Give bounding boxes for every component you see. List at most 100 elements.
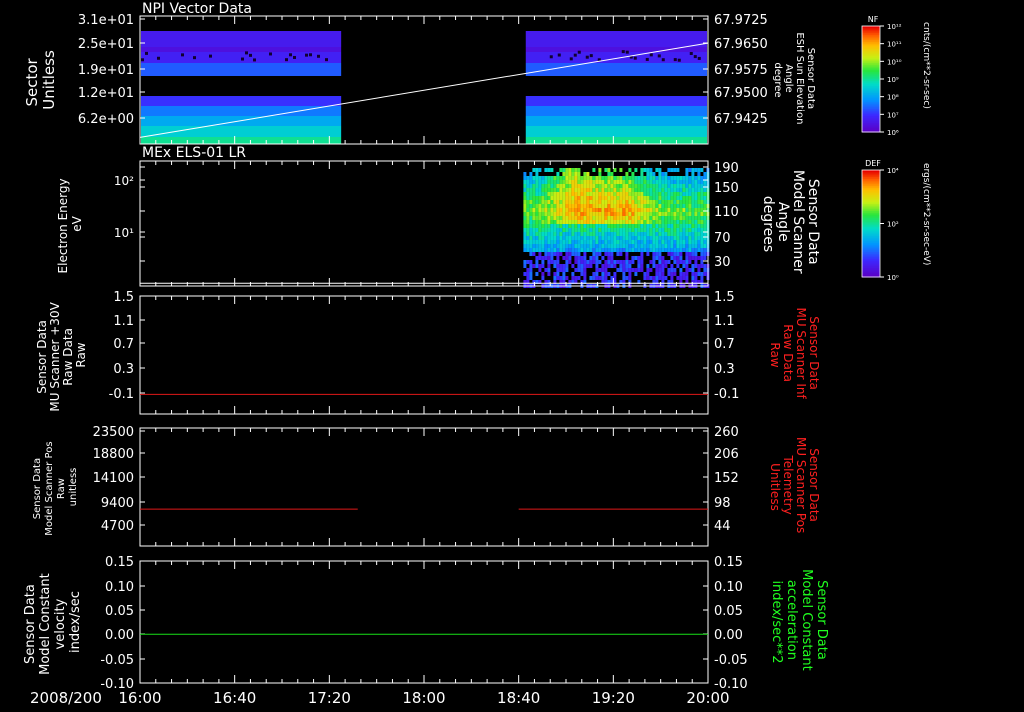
els-cell <box>568 172 572 176</box>
els-cell <box>604 180 608 184</box>
els-cell <box>667 184 671 188</box>
panel-npi-left-label-line1: Sector <box>23 57 41 106</box>
els-cell <box>694 220 698 224</box>
els-cell <box>604 224 608 228</box>
els-cell <box>700 188 704 192</box>
els-cell <box>694 184 698 188</box>
els-cell <box>556 232 560 236</box>
els-cell <box>637 232 641 236</box>
els-cell <box>523 176 527 180</box>
els-cell <box>676 180 680 184</box>
els-cell <box>589 236 593 240</box>
els-cell <box>559 216 563 220</box>
els-cell <box>640 204 644 208</box>
els-cell <box>682 184 686 188</box>
els-cell <box>619 196 623 200</box>
els-cell <box>685 176 689 180</box>
els-cell <box>550 180 554 184</box>
els-cell <box>550 192 554 196</box>
els-cell <box>619 264 623 268</box>
els-cell <box>568 244 572 248</box>
els-cell <box>631 208 635 212</box>
els-cell <box>559 252 563 256</box>
els-cell <box>619 232 623 236</box>
els-cell <box>616 220 620 224</box>
els-cell <box>661 228 665 232</box>
colorbar-tick-label: 10⁷ <box>887 111 899 119</box>
els-cell <box>646 244 650 248</box>
els-cell <box>625 188 629 192</box>
els-cell <box>595 240 599 244</box>
tick-label-right: 1.1 <box>714 314 735 329</box>
els-cell <box>643 188 647 192</box>
els-cell <box>583 192 587 196</box>
els-cell <box>601 192 605 196</box>
els-cell <box>688 200 692 204</box>
els-cell <box>547 228 551 232</box>
els-cell <box>583 260 587 264</box>
els-cell <box>601 212 605 216</box>
els-cell <box>568 260 572 264</box>
els-cell <box>700 272 704 276</box>
els-cell <box>592 216 596 220</box>
els-cell <box>577 172 581 176</box>
els-cell <box>523 192 527 196</box>
els-cell <box>625 256 629 260</box>
els-cell <box>622 184 626 188</box>
els-cell <box>634 176 638 180</box>
els-cell <box>703 252 707 256</box>
els-cell <box>529 220 533 224</box>
els-cell <box>694 264 698 268</box>
els-cell <box>559 208 563 212</box>
els-cell <box>544 208 548 212</box>
els-cell <box>553 244 557 248</box>
els-cell <box>703 172 707 176</box>
els-cell <box>556 172 560 176</box>
els-cell <box>625 252 629 256</box>
els-cell <box>637 228 641 232</box>
els-cell <box>571 232 575 236</box>
els-cell <box>688 208 692 212</box>
els-cell <box>550 260 554 264</box>
els-cell <box>565 204 569 208</box>
els-cell <box>532 228 536 232</box>
els-cell <box>637 224 641 228</box>
els-cell <box>676 244 680 248</box>
els-cell <box>541 220 545 224</box>
els-cell <box>676 236 680 240</box>
els-cell <box>613 200 617 204</box>
els-cell <box>580 200 584 204</box>
els-cell <box>544 204 548 208</box>
els-cell <box>694 248 698 252</box>
els-cell <box>664 192 668 196</box>
els-cell <box>703 200 707 204</box>
els-cell <box>604 196 608 200</box>
els-cell <box>547 176 551 180</box>
els-cell <box>598 196 602 200</box>
els-cell <box>595 232 599 236</box>
els-cell <box>679 200 683 204</box>
els-cell <box>667 208 671 212</box>
els-cell <box>691 216 695 220</box>
els-cell <box>670 220 674 224</box>
els-cell <box>697 208 701 212</box>
els-cell <box>565 192 569 196</box>
els-cell <box>631 180 635 184</box>
colorbar-tick-label: 10⁹ <box>887 76 899 84</box>
els-cell <box>541 240 545 244</box>
els-cell <box>670 196 674 200</box>
els-cell <box>700 236 704 240</box>
els-cell <box>673 236 677 240</box>
els-cell <box>544 220 548 224</box>
npi-speck <box>285 58 288 62</box>
els-cell <box>628 264 632 268</box>
els-cell <box>634 272 638 276</box>
els-cell <box>691 176 695 180</box>
els-cell <box>589 260 593 264</box>
els-cell <box>598 192 602 196</box>
npi-band <box>525 63 707 76</box>
els-cell <box>679 228 683 232</box>
colorbar-tick-label: 10¹¹ <box>887 41 902 49</box>
panel-mu-left-label-line2: MU Scanner +30V <box>48 301 62 411</box>
els-cell <box>592 180 596 184</box>
